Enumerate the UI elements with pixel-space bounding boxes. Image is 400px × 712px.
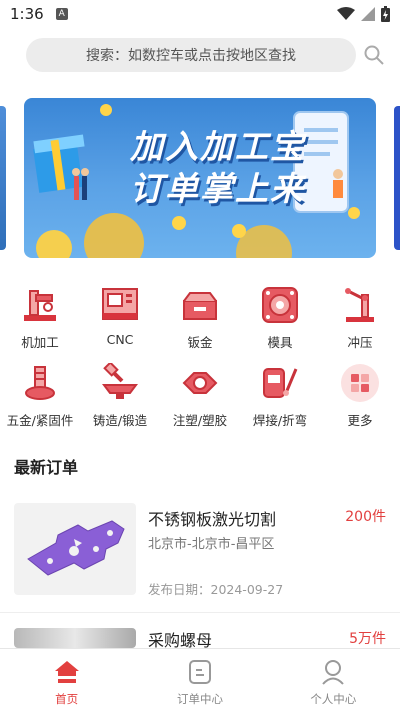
category-hardware[interactable]: 五金/紧固件 bbox=[0, 362, 80, 440]
machining-icon bbox=[19, 284, 61, 326]
tab-label: 首页 bbox=[55, 692, 79, 706]
category-label: 冲压 bbox=[347, 335, 373, 350]
mold-icon bbox=[259, 284, 301, 326]
category-row-1: 机加工 CNC 钣金 模具 冲压 bbox=[0, 284, 400, 362]
divider bbox=[0, 612, 400, 613]
battery-icon bbox=[381, 6, 390, 22]
banner-line-2: 订单掌上来 bbox=[130, 169, 305, 208]
category-machining[interactable]: 机加工 bbox=[0, 284, 80, 362]
category-label: 模具 bbox=[267, 335, 293, 350]
category-row-2: 五金/紧固件 铸造/锻造 注塑/塑胶 焊接/折弯 更多 bbox=[0, 362, 400, 440]
category-stamping[interactable]: 冲压 bbox=[320, 284, 400, 362]
signal-icon bbox=[361, 7, 375, 21]
welding-icon bbox=[259, 362, 301, 404]
category-label: 机加工 bbox=[21, 335, 59, 350]
user-icon bbox=[320, 659, 346, 689]
wifi-icon bbox=[337, 7, 355, 20]
order-card[interactable]: 采购螺母 5万件 bbox=[0, 624, 400, 648]
sheet-metal-icon bbox=[179, 284, 221, 326]
injection-icon bbox=[179, 362, 221, 404]
order-center-icon bbox=[187, 659, 213, 689]
search-row: 搜索：如数控车或点击按地区查找 bbox=[26, 38, 386, 72]
banner[interactable]: 加入加工宝 订单掌上来 bbox=[24, 98, 376, 258]
category-mold[interactable]: 模具 bbox=[240, 284, 320, 362]
banner-carousel[interactable]: 加入加工宝 订单掌上来 bbox=[0, 98, 400, 258]
order-card[interactable]: 不锈钢板激光切割 200件 北京市-北京市-昌平区 发布日期：2024-09-2… bbox=[0, 500, 400, 610]
casting-icon bbox=[99, 362, 141, 404]
category-grid: 机加工 CNC 钣金 模具 冲压 五金/紧固件 铸造/锻造 注塑/塑胶 焊接/折… bbox=[0, 284, 400, 440]
hardware-icon bbox=[19, 362, 61, 404]
order-title: 采购螺母 bbox=[148, 631, 213, 648]
banner-headline: 加入加工宝 订单掌上来 bbox=[130, 126, 305, 210]
category-cnc[interactable]: CNC bbox=[80, 284, 160, 362]
order-thumbnail bbox=[14, 503, 136, 595]
banner-prev-peek bbox=[0, 106, 6, 250]
tab-label: 订单中心 bbox=[176, 692, 223, 706]
home-icon bbox=[54, 659, 80, 689]
category-welding[interactable]: 焊接/折弯 bbox=[240, 362, 320, 440]
order-thumbnail bbox=[14, 628, 136, 648]
order-quantity: 200件 bbox=[345, 509, 386, 525]
category-label: CNC bbox=[106, 332, 134, 347]
order-title: 不锈钢板激光切割 bbox=[148, 510, 277, 529]
order-date: 发布日期：2024-09-27 bbox=[148, 582, 284, 597]
tab-orders[interactable]: 订单中心 bbox=[133, 649, 266, 712]
order-location: 北京市-北京市-昌平区 bbox=[148, 537, 275, 552]
category-casting[interactable]: 铸造/锻造 bbox=[80, 362, 160, 440]
cnc-icon bbox=[99, 284, 141, 326]
banner-next-peek bbox=[394, 106, 400, 250]
category-label: 焊接/折弯 bbox=[252, 413, 308, 428]
category-injection[interactable]: 注塑/塑胶 bbox=[160, 362, 240, 440]
tab-label: 个人中心 bbox=[310, 692, 357, 706]
category-sheet-metal[interactable]: 钣金 bbox=[160, 284, 240, 362]
category-label: 钣金 bbox=[187, 335, 213, 350]
category-label: 更多 bbox=[347, 413, 373, 428]
status-icons bbox=[337, 6, 390, 22]
more-icon bbox=[339, 362, 381, 404]
bottom-tab-bar: 首页 订单中心 个人中心 bbox=[0, 648, 400, 712]
tab-home[interactable]: 首页 bbox=[0, 649, 133, 712]
order-quantity: 5万件 bbox=[349, 631, 386, 647]
banner-line-1: 加入加工宝 bbox=[130, 127, 305, 166]
search-icon[interactable] bbox=[362, 43, 386, 67]
category-label: 铸造/锻造 bbox=[92, 413, 148, 428]
status-bar: 1:36 A bbox=[0, 0, 400, 28]
category-label: 五金/紧固件 bbox=[6, 413, 74, 428]
section-title: 最新订单 bbox=[14, 458, 79, 477]
notification-icon: A bbox=[55, 8, 68, 20]
search-input[interactable]: 搜索：如数控车或点击按地区查找 bbox=[26, 38, 356, 72]
stamping-icon bbox=[339, 284, 381, 326]
search-placeholder: 搜索：如数控车或点击按地区查找 bbox=[86, 48, 296, 64]
category-more[interactable]: 更多 bbox=[320, 362, 400, 440]
status-time: 1:36 bbox=[10, 5, 44, 23]
tab-profile[interactable]: 个人中心 bbox=[267, 649, 400, 712]
category-label: 注塑/塑胶 bbox=[172, 413, 228, 428]
